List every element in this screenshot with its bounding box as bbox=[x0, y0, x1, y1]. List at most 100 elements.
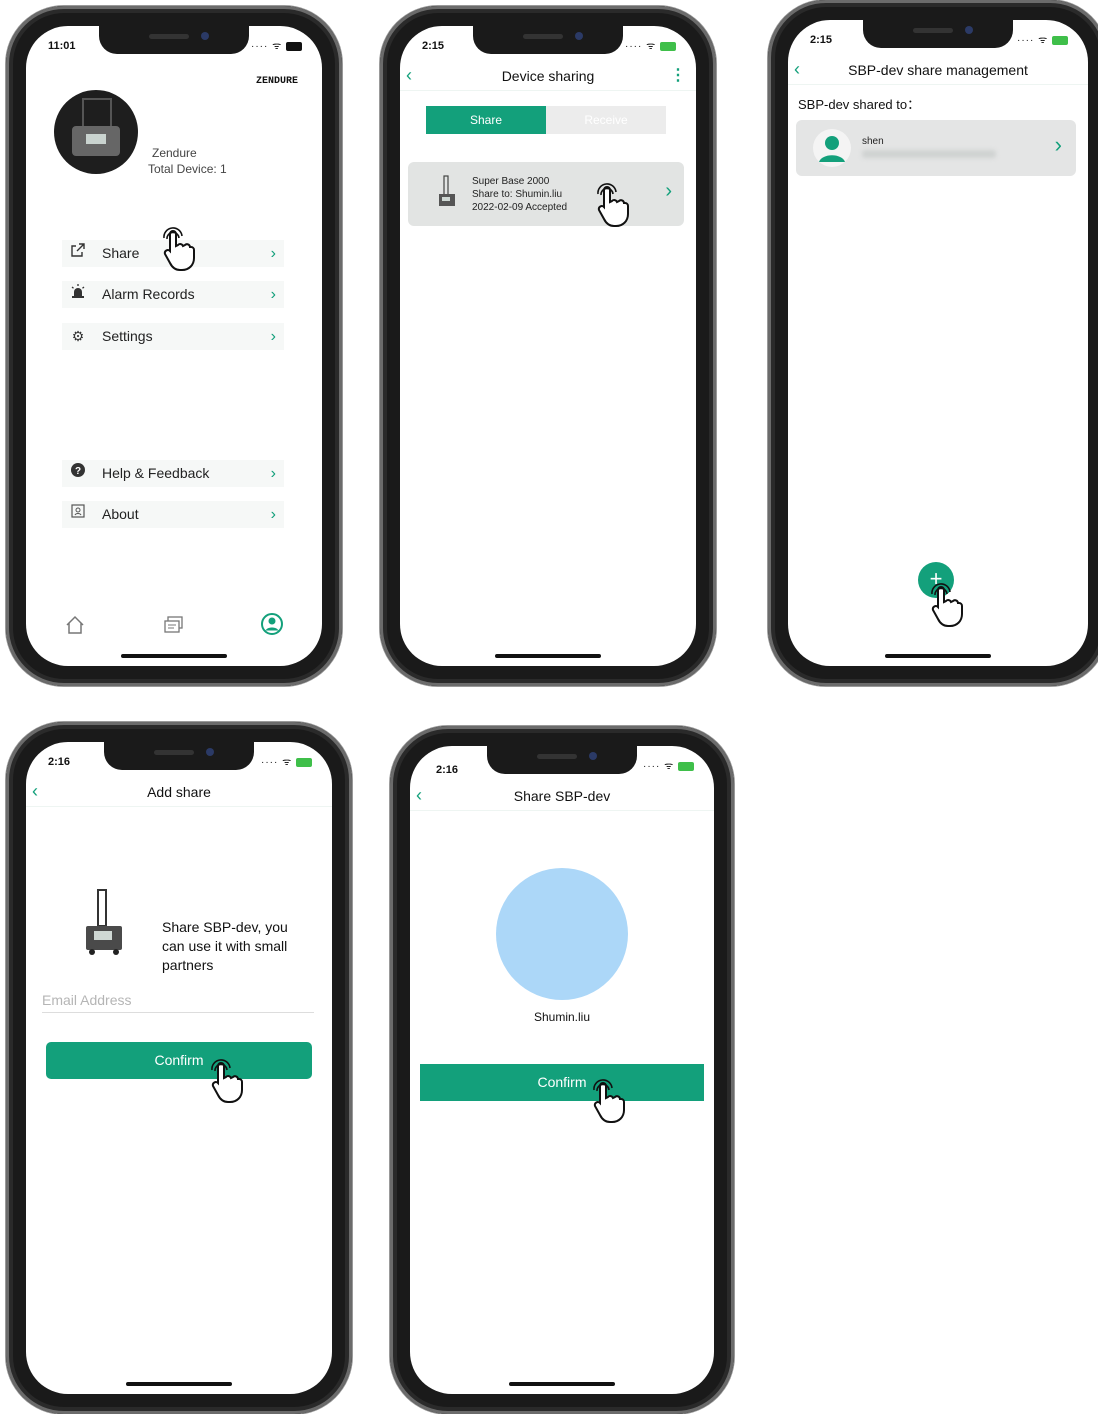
back-chevron-icon[interactable]: ‹ bbox=[794, 56, 800, 82]
notch bbox=[99, 26, 249, 54]
about-icon bbox=[70, 501, 86, 528]
device-image bbox=[72, 126, 120, 156]
battery-icon bbox=[296, 757, 312, 767]
phone-device-sharing: 2:15 ···· ᯤ ‹ Device sharing ⋮ Share Rec… bbox=[380, 6, 716, 686]
status-time: 2:15 bbox=[810, 34, 833, 46]
share-message: Share SBP-dev, you can use it with small… bbox=[162, 919, 288, 973]
segmented-control: Share Receive bbox=[426, 106, 666, 134]
status-time: 11:01 bbox=[48, 40, 76, 52]
status-time: 2:16 bbox=[48, 756, 71, 768]
tab-share[interactable]: Share bbox=[426, 106, 546, 134]
status-icons: ···· ᯤ bbox=[625, 38, 676, 52]
email-field[interactable] bbox=[42, 988, 314, 1013]
add-share-screen: 2:16 ···· ᯤ ‹ Add share Share SBP-dev, y… bbox=[26, 742, 332, 1394]
notch bbox=[104, 742, 254, 770]
share-icon bbox=[70, 240, 86, 267]
total-device: Total Device: 1 bbox=[148, 162, 227, 176]
user-email-redacted bbox=[862, 150, 996, 158]
device-name: Super Base 2000 bbox=[472, 176, 550, 187]
status-icons: ···· ᯤ bbox=[643, 758, 694, 772]
nav-bar: ‹ Add share bbox=[26, 778, 332, 807]
more-icon[interactable]: ⋮ bbox=[670, 62, 686, 90]
nav-bar: ‹ SBP-dev share management bbox=[788, 56, 1088, 85]
profile-icon[interactable] bbox=[260, 612, 284, 642]
status-icons: ···· ᯤ bbox=[261, 754, 312, 768]
menu-item-help-feedback[interactable]: ? Help & Feedback › bbox=[62, 460, 284, 487]
share-device-screen: 2:16 ···· ᯤ ‹ Share SBP-dev Shumin.liu C… bbox=[410, 746, 714, 1394]
user-avatar-icon bbox=[813, 129, 851, 167]
menu-label: About bbox=[102, 506, 139, 522]
share-status: 2022-02-09 Accepted bbox=[472, 202, 568, 213]
home-indicator bbox=[121, 654, 227, 658]
tap-hand-icon bbox=[931, 583, 963, 627]
brand-logo: ZENDURE bbox=[255, 76, 298, 87]
chevron-right-icon: › bbox=[270, 245, 276, 262]
chevron-right-icon: › bbox=[270, 328, 276, 345]
battery-icon bbox=[678, 761, 694, 771]
status-time: 2:16 bbox=[436, 764, 459, 776]
menu-label: Settings bbox=[102, 328, 153, 344]
phone-share-device: 2:16 ···· ᯤ ‹ Share SBP-dev Shumin.liu C… bbox=[390, 726, 734, 1414]
share-record-card[interactable]: Super Base 2000 Share to: Shumin.liu 202… bbox=[408, 162, 684, 226]
back-chevron-icon[interactable]: ‹ bbox=[416, 782, 422, 808]
page-title: Share SBP-dev bbox=[513, 788, 611, 804]
status-icons: ···· ᯤ bbox=[1017, 32, 1068, 46]
share-to: Share to: Shumin.liu bbox=[472, 189, 563, 200]
tap-hand-icon bbox=[211, 1059, 243, 1103]
help-icon: ? bbox=[70, 460, 86, 487]
menu-label: Help & Feedback bbox=[102, 465, 210, 481]
home-indicator bbox=[509, 1382, 615, 1386]
tap-hand-icon bbox=[163, 227, 195, 271]
confirm-button[interactable]: Confirm bbox=[46, 1042, 312, 1079]
menu-item-settings[interactable]: ⚙ Settings › bbox=[62, 323, 284, 350]
user-name: Shumin.liu bbox=[533, 1010, 591, 1024]
back-chevron-icon[interactable]: ‹ bbox=[32, 778, 38, 804]
phone-share-management: 2:15 ···· ᯤ ‹ SBP-dev share management S… bbox=[768, 0, 1098, 686]
profile-screen: 11:01 ···· ᯤ ZENDURE Zendure Total Devic… bbox=[26, 26, 322, 666]
chevron-right-icon: › bbox=[270, 286, 276, 303]
battery-icon bbox=[660, 41, 676, 51]
page-title: SBP-dev share management bbox=[848, 62, 1028, 78]
gear-icon: ⚙ bbox=[71, 328, 85, 344]
home-indicator bbox=[126, 1382, 232, 1386]
device-image bbox=[86, 889, 122, 955]
home-icon[interactable] bbox=[64, 614, 86, 642]
status-time: 2:15 bbox=[422, 40, 445, 52]
menu-label: Alarm Records bbox=[102, 286, 195, 302]
phone-add-share: 2:16 ···· ᯤ ‹ Add share Share SBP-dev, y… bbox=[6, 722, 352, 1414]
menu-item-alarm-records[interactable]: Alarm Records › bbox=[62, 281, 284, 308]
menu-label: Share bbox=[102, 245, 140, 261]
tap-hand-icon bbox=[593, 1079, 625, 1123]
notch bbox=[863, 20, 1013, 48]
chevron-right-icon: › bbox=[665, 180, 672, 202]
user-avatar bbox=[496, 868, 628, 1000]
notch bbox=[487, 746, 637, 774]
device-thumbnail-icon bbox=[439, 175, 455, 206]
tab-receive[interactable]: Receive bbox=[546, 106, 666, 134]
nav-bar: ‹ Device sharing ⋮ bbox=[400, 62, 696, 91]
tap-hand-icon bbox=[597, 183, 629, 227]
battery-icon bbox=[1052, 35, 1068, 45]
page-title: Add share bbox=[147, 784, 211, 800]
chevron-right-icon: › bbox=[1054, 132, 1062, 157]
svg-text:?: ? bbox=[75, 466, 81, 477]
user-name: shen bbox=[862, 136, 884, 147]
back-chevron-icon[interactable]: ‹ bbox=[406, 62, 412, 88]
phone-profile: 11:01 ···· ᯤ ZENDURE Zendure Total Devic… bbox=[6, 6, 342, 686]
chevron-right-icon: › bbox=[270, 465, 276, 482]
notch bbox=[473, 26, 623, 54]
status-icons: ···· ᯤ bbox=[251, 38, 302, 52]
shared-user-card[interactable]: shen › bbox=[796, 120, 1076, 176]
alarm-icon bbox=[70, 281, 86, 308]
nav-bar: ‹ Share SBP-dev bbox=[410, 782, 714, 811]
chevron-right-icon: › bbox=[270, 506, 276, 523]
home-indicator bbox=[885, 654, 991, 658]
shared-to-label: SBP-dev shared to： bbox=[798, 97, 921, 112]
menu-item-about[interactable]: About › bbox=[62, 501, 284, 528]
messages-icon[interactable] bbox=[163, 614, 185, 642]
user-avatar[interactable] bbox=[54, 90, 138, 174]
battery-icon bbox=[286, 41, 302, 51]
confirm-button[interactable]: Confirm bbox=[420, 1064, 704, 1101]
home-indicator bbox=[495, 654, 601, 658]
device-sharing-screen: 2:15 ···· ᯤ ‹ Device sharing ⋮ Share Rec… bbox=[400, 26, 696, 666]
